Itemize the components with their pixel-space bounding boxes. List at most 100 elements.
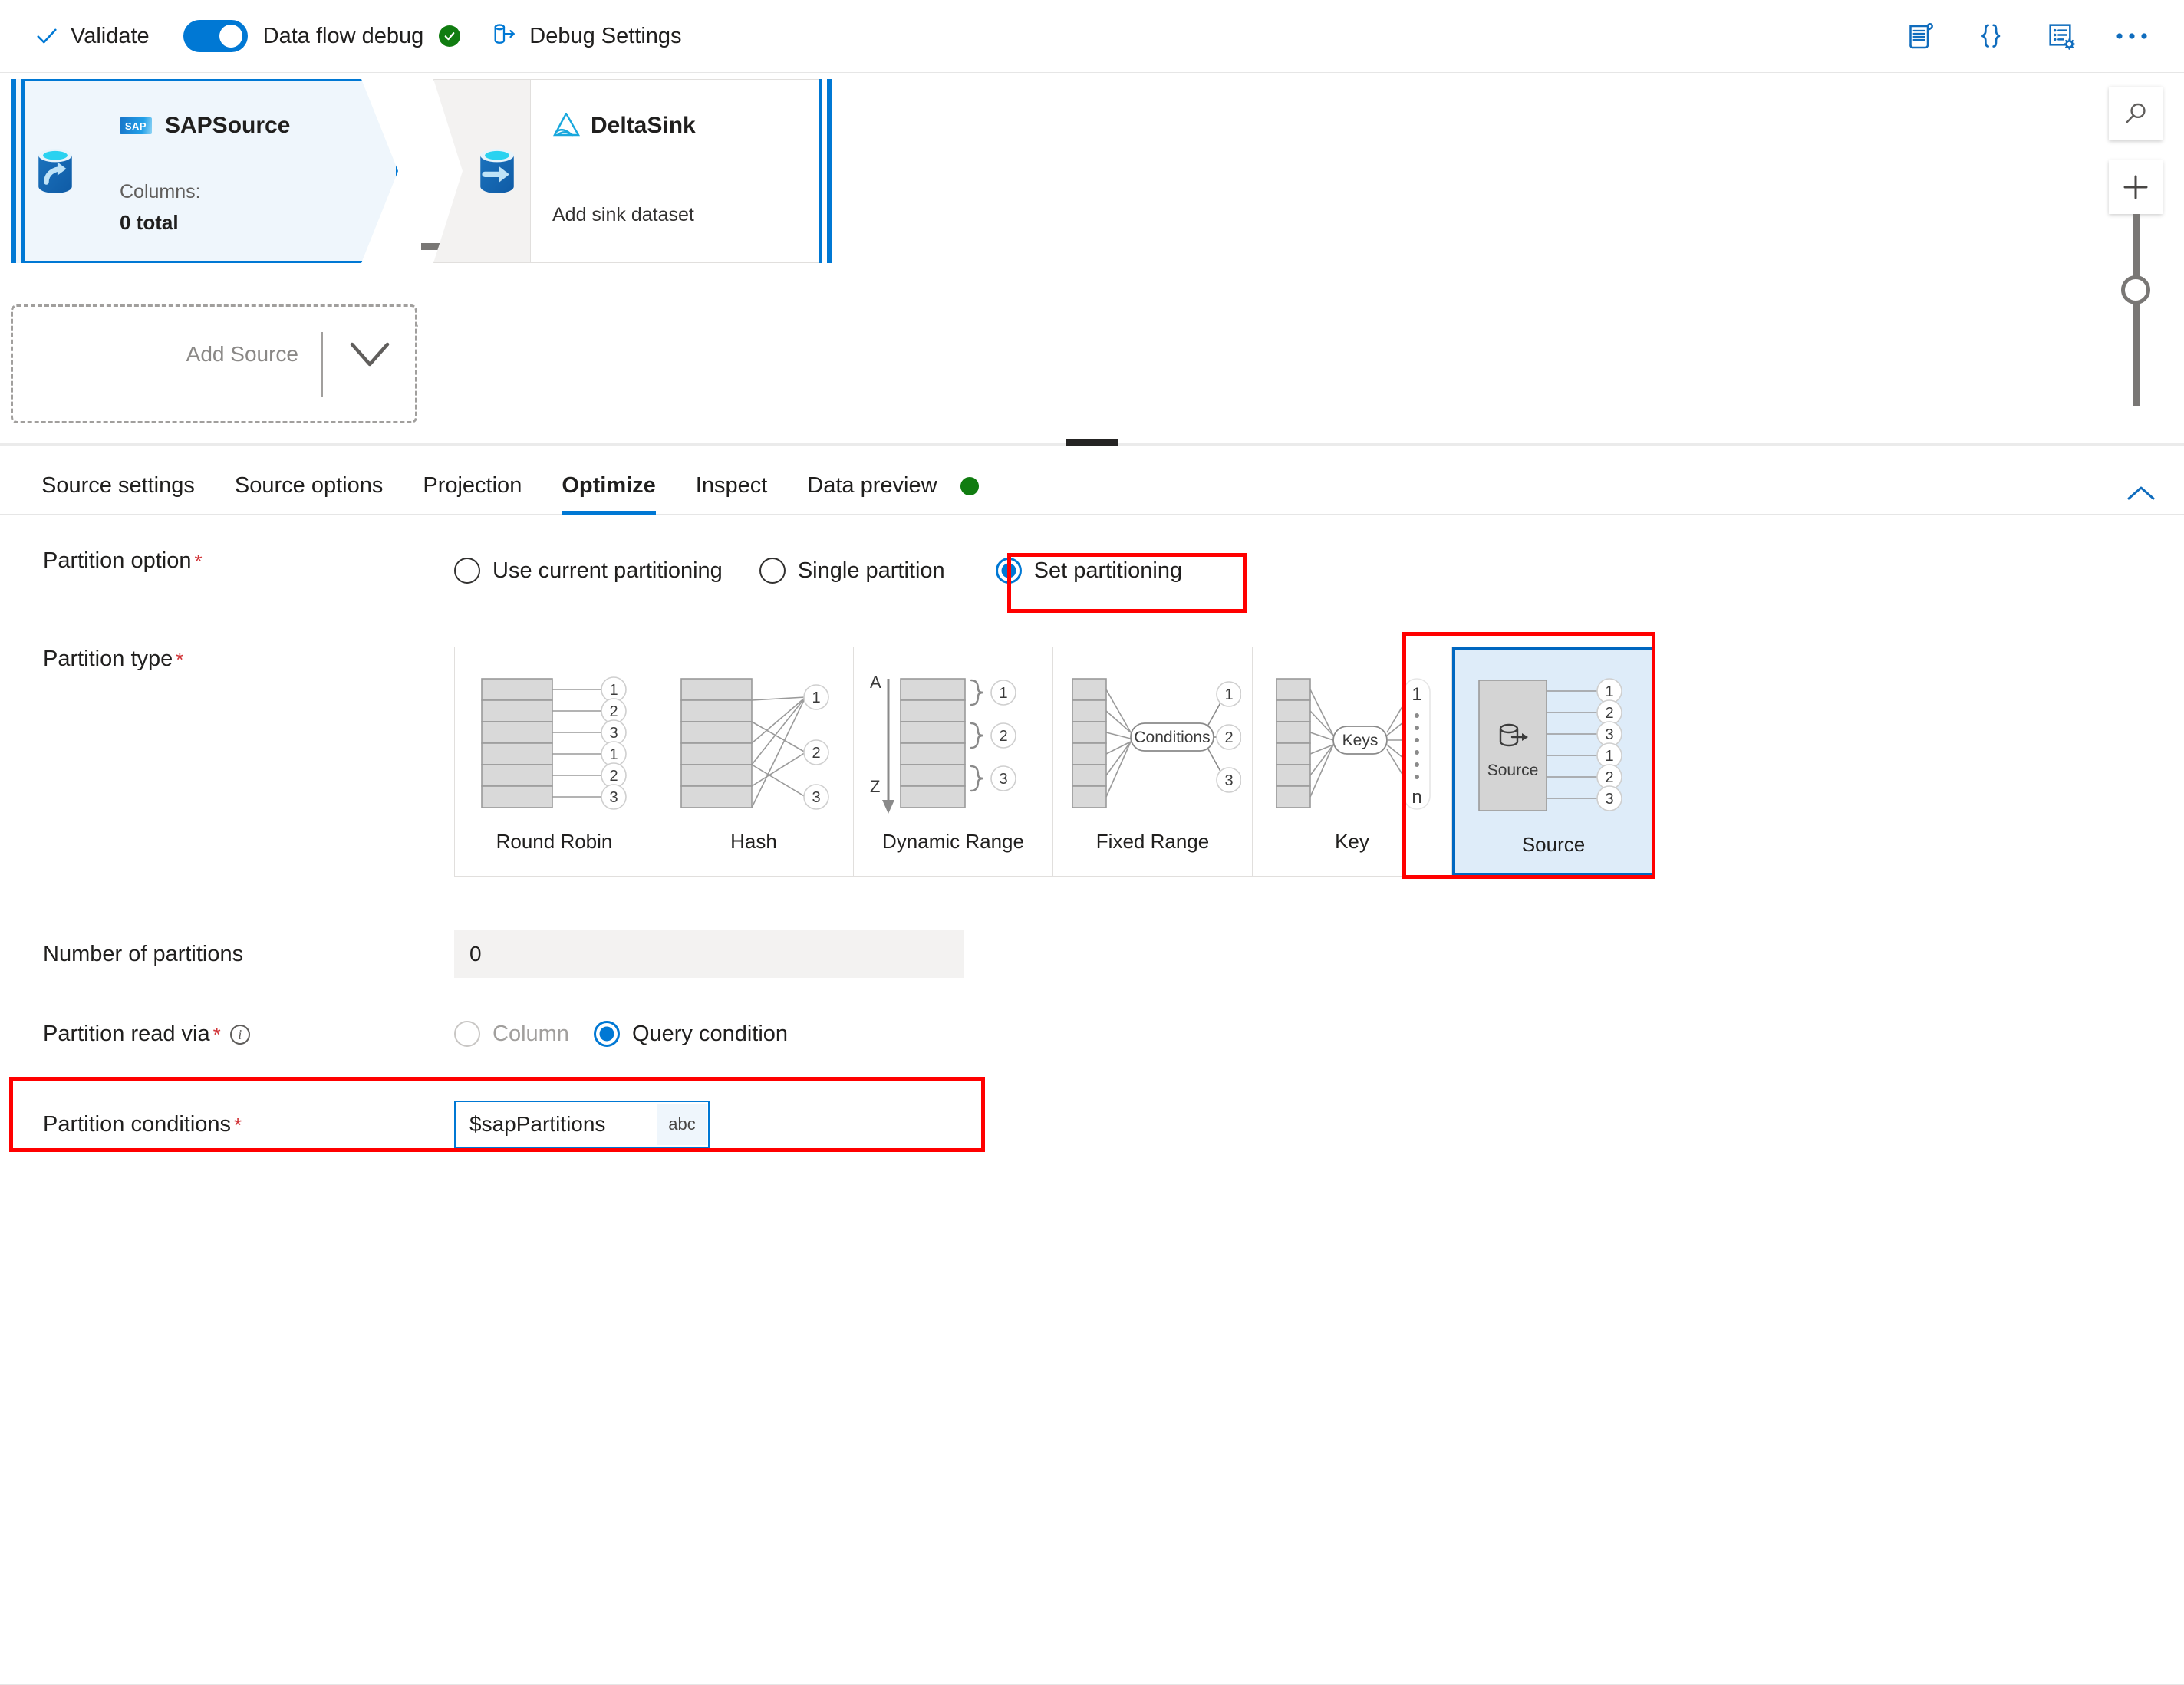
key-range-start: 1 [1412,684,1421,705]
svg-text:2: 2 [812,745,820,762]
data-flow-canvas[interactable]: SAP SAPSource Columns: 0 total + [0,73,2184,438]
command-bar: Validate Data flow debug Debug Settings [0,0,2184,73]
chevron-down-icon[interactable] [323,338,415,370]
partition-type-card-dynamic-range[interactable]: A Z 1 2 3 Dynamic Range [854,647,1053,876]
tab-inspect[interactable]: Inspect [696,473,768,514]
partition-type-card-fixed-range[interactable]: Conditions 1 2 3 Fixed Range [1053,647,1253,876]
svg-text:3: 3 [812,789,820,806]
tab-source-options[interactable]: Source options [235,473,383,514]
svg-text:2: 2 [999,728,1007,745]
properties-icon[interactable] [2044,19,2078,53]
partition-type-card-round-robin[interactable]: 1 2 3 1 2 3 Round Robin [455,647,654,876]
canvas-search-button[interactable] [2109,87,2163,140]
source-node-sapsource[interactable]: SAP SAPSource Columns: 0 total [11,79,398,263]
tab-inspect-label: Inspect [695,473,768,498]
partition-type-card-hash-label: Hash [730,830,777,853]
sink-node-deltasink[interactable]: DeltaSink Add sink dataset [433,79,832,263]
check-icon [35,25,58,48]
hash-diagram: 1 2 3 [670,661,838,828]
sink-node-selection-bars [819,79,832,263]
more-ellipsis-icon[interactable] [2115,19,2149,53]
partition-type-card-fixed-range-label: Fixed Range [1095,830,1210,853]
svg-text:1: 1 [1224,686,1233,703]
data-flow-debug-group: Data flow debug [183,20,461,52]
tab-projection[interactable]: Projection [423,473,522,514]
tab-projection-label: Projection [423,473,522,498]
dynamic-range-diagram: A Z 1 2 3 [865,661,1042,828]
radio-query-condition[interactable]: Query condition [593,1021,788,1047]
partition-conditions-row: Partition conditions* abc [0,1101,2184,1148]
partition-read-via-radio-group: Column Query condition [454,1021,2184,1047]
canvas-zoom-slider[interactable] [2121,214,2150,406]
sap-logo-icon: SAP [120,117,152,134]
radio-single-partition[interactable]: Single partition [759,558,945,584]
svg-text:2: 2 [1605,705,1613,722]
number-of-partitions-input[interactable] [454,930,964,978]
script-icon[interactable] [1903,19,1937,53]
partition-type-card-hash[interactable]: 1 2 3 Hash [654,647,854,876]
svg-text:1: 1 [999,685,1007,702]
validate-button[interactable]: Validate [35,24,150,49]
partition-read-via-label-wrap: Partition read via * i [0,1022,454,1047]
debug-status-badge [439,25,461,47]
svg-text:2: 2 [1224,729,1233,746]
sink-node-add-dataset-link[interactable]: Add sink dataset [552,204,694,226]
radio-set-partitioning[interactable]: Set partitioning [982,548,1197,593]
round-robin-diagram: 1 2 3 1 2 3 [471,661,638,828]
key-range-end: n [1412,787,1421,808]
canvas-zoom-in-button[interactable] [2109,160,2163,214]
source-node-columns-value: 0 total [120,210,179,234]
tab-data-preview[interactable]: Data preview [807,473,979,514]
svg-text:1: 1 [1605,683,1613,700]
sink-node-body [531,79,832,263]
expression-type-badge[interactable]: abc [657,1104,707,1145]
axis-start-label: A [870,673,881,692]
panel-drag-handle[interactable] [1066,439,1118,446]
axis-end-label: Z [870,777,880,796]
settings-tabbar: Source settings Source options Projectio… [0,446,2184,515]
source-node-diagram-label: Source [1487,762,1539,779]
collapse-panel-button[interactable] [2126,483,2156,514]
command-bar-right [1903,19,2156,53]
data-preview-status-dot [960,477,979,496]
tab-source-settings[interactable]: Source settings [41,473,195,514]
node-selection-bars [11,79,25,263]
svg-text:1: 1 [609,746,618,763]
radio-set-partitioning-label: Set partitioning [1033,558,1183,583]
partition-read-via-label: Partition read via [43,1021,210,1046]
tab-data-preview-label: Data preview [807,473,937,498]
required-asterisk: * [212,1022,221,1046]
delta-lake-icon [552,113,580,139]
sink-node-title-group: DeltaSink [552,113,696,139]
source-node-title: SAPSource [165,113,291,138]
number-of-partitions-label-wrap: Number of partitions [0,942,454,967]
svg-text:3: 3 [609,789,618,806]
partition-read-via-row: Partition read via * i Column Query condit… [0,1021,2184,1047]
partition-type-card-key[interactable]: Keys 1 n Key [1253,647,1452,876]
required-asterisk: * [176,648,184,671]
canvas-zoom-slider-thumb[interactable] [2121,275,2150,304]
radio-use-current-partitioning[interactable]: Use current partitioning [454,558,723,584]
data-flow-debug-toggle[interactable] [183,20,248,52]
code-braces-icon[interactable] [1974,19,2008,53]
source-node-columns-label: Columns: [120,181,201,202]
tab-optimize[interactable]: Optimize [562,473,657,515]
add-source-button[interactable]: Add Source [11,304,417,423]
source-node-body: SAP SAPSource Columns: 0 total [86,79,398,263]
svg-text:3: 3 [1605,791,1613,808]
partition-option-row: Partition option * Use current partitioni… [0,548,2184,593]
debug-settings-button[interactable]: Debug Settings [491,21,682,51]
radio-indicator [995,558,1022,584]
partition-type-card-source[interactable]: Source 123 123 Source [1452,647,1655,876]
source-diagram: Source 1 2 3 1 2 3 [1470,664,1637,831]
partition-type-row: Partition type * 1 2 3 1 2 3 Round Robin… [0,647,2184,877]
validate-label: Validate [71,23,150,48]
key-node-label: Keys [1342,732,1378,749]
partition-type-card-round-robin-label: Round Robin [496,830,613,853]
info-icon[interactable]: i [229,1024,250,1045]
svg-text:3: 3 [1605,726,1613,743]
panel-splitter[interactable] [0,438,2184,446]
